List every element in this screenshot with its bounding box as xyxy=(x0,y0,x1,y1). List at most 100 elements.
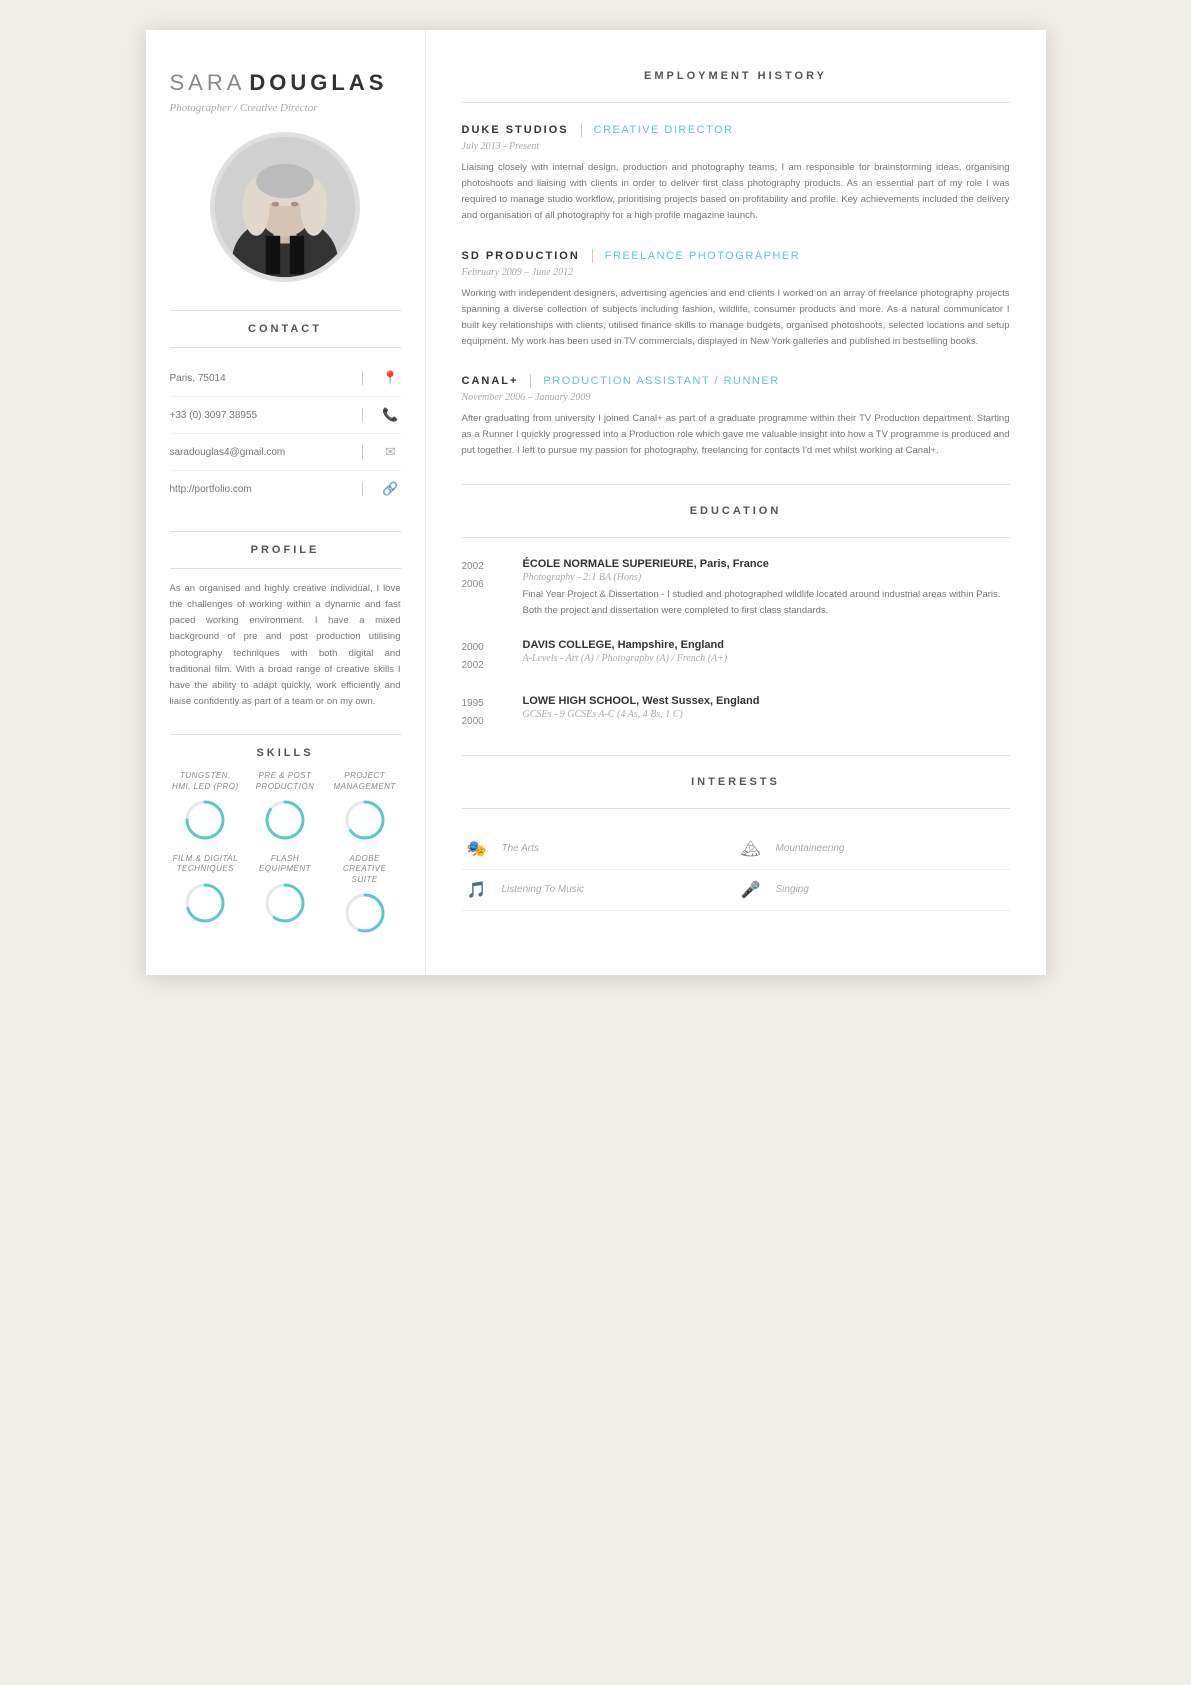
skill-label: FILM & DIGITAL TECHNIQUES xyxy=(170,854,242,875)
edu-container: 2002 2006 ÉCOLE NORMALE SUPERIEURE, Pari… xyxy=(462,558,1010,731)
edu-year-end: 2006 xyxy=(462,576,507,594)
skill-circle-svg xyxy=(343,798,387,842)
edu-degree: A-Levels - Art (A) / Photography (A) / F… xyxy=(523,653,728,664)
edu-degree: GCSEs - 9 GCSEs A-C (4 As, 4 Bs, 1 C) xyxy=(523,709,760,720)
job-date: July 2013 - Present xyxy=(462,141,1010,152)
skill-circle xyxy=(343,798,387,842)
profile-text: As an organised and highly creative indi… xyxy=(170,581,401,710)
edu-years: 2000 2002 xyxy=(462,639,507,675)
edu-years: 1995 2000 xyxy=(462,695,507,731)
edu-year-start: 2000 xyxy=(462,639,507,657)
sep4 xyxy=(362,482,363,496)
skills-grid: TUNGSTEN, HMI, LED (PRO) PRE & POST PROD… xyxy=(170,771,401,935)
skill-circle xyxy=(343,891,387,935)
job-sep xyxy=(581,123,582,137)
job-company: DUKE STUDIOS xyxy=(462,124,569,136)
job-entry: CANAL+ PRODUCTION ASSISTANT / RUNNER Nov… xyxy=(462,374,1010,459)
edu-content: DAVIS COLLEGE, Hampshire, England A-Leve… xyxy=(523,639,728,675)
skill-label: PROJECT MANAGEMENT xyxy=(329,771,401,792)
interest-item: 🎵 Listening To Music xyxy=(462,870,736,911)
edu-desc: Final Year Project & Dissertation - I st… xyxy=(523,587,1010,619)
contact-address-text: Paris, 75014 xyxy=(170,373,352,384)
interest-label: The Arts xyxy=(502,843,539,854)
interest-label: Singing xyxy=(776,884,809,895)
skill-label: TUNGSTEN, HMI, LED (PRO) xyxy=(170,771,242,792)
edu-year-start: 1995 xyxy=(462,695,507,713)
job-desc: Working with independent designers, adve… xyxy=(462,286,1010,351)
jobs-container: DUKE STUDIOS CREATIVE DIRECTOR July 2013… xyxy=(462,123,1010,460)
job-date: November 2006 – January 2009 xyxy=(462,392,1010,403)
skill-circle-svg xyxy=(183,881,227,925)
edu-years: 2002 2006 xyxy=(462,558,507,619)
interest-icon: 🎵 xyxy=(462,880,492,900)
skill-item: PROJECT MANAGEMENT xyxy=(329,771,401,842)
employment-title: EMPLOYMENT HISTORY xyxy=(462,70,1010,82)
skill-item: FILM & DIGITAL TECHNIQUES xyxy=(170,854,242,935)
edu-entry: 2000 2002 DAVIS COLLEGE, Hampshire, Engl… xyxy=(462,639,1010,675)
contact-section: CONTACT Paris, 75014 📍 +33 (0) 3097 3895… xyxy=(170,323,401,507)
profile-photo xyxy=(210,132,360,282)
job-header: SD PRODUCTION FREELANCE PHOTOGRAPHER xyxy=(462,249,1010,263)
skill-circle-svg xyxy=(263,881,307,925)
skill-label: PRE & POST PRODUCTION xyxy=(249,771,321,792)
skill-item: PRE & POST PRODUCTION xyxy=(249,771,321,842)
skill-circle xyxy=(183,798,227,842)
skill-circle xyxy=(263,881,307,925)
sep3 xyxy=(362,445,363,459)
profile-title-divider xyxy=(170,568,401,569)
skill-item: TUNGSTEN, HMI, LED (PRO) xyxy=(170,771,242,842)
job-title: CREATIVE DIRECTOR xyxy=(594,124,734,136)
skills-divider xyxy=(170,734,401,735)
job-entry: DUKE STUDIOS CREATIVE DIRECTOR July 2013… xyxy=(462,123,1010,225)
employment-divider xyxy=(462,102,1010,103)
interest-label: Mountaineering xyxy=(776,843,845,854)
skill-item: FLASH EQUIPMENT xyxy=(249,854,321,935)
job-title: PRODUCTION ASSISTANT / RUNNER xyxy=(543,375,779,387)
interest-icon: 🎭 xyxy=(462,839,492,859)
photo-container xyxy=(170,132,401,282)
interest-icon: 🏔 xyxy=(736,839,766,859)
profile-divider xyxy=(170,531,401,532)
interests-section-divider xyxy=(462,755,1010,756)
edu-school: ÉCOLE NORMALE SUPERIEURE, Paris, France xyxy=(523,558,1010,570)
contact-title: CONTACT xyxy=(170,323,401,335)
skill-circle xyxy=(263,798,307,842)
last-name: DOUGLAS xyxy=(249,70,387,95)
edu-degree: Photography - 2:1 BA (Hons) xyxy=(523,572,1010,583)
contact-title-divider xyxy=(170,347,401,348)
job-title: FREELANCE PHOTOGRAPHER xyxy=(605,250,800,262)
skill-label: FLASH EQUIPMENT xyxy=(249,854,321,875)
edu-entry: 1995 2000 LOWE HIGH SCHOOL, West Sussex,… xyxy=(462,695,1010,731)
contact-divider xyxy=(170,310,401,311)
edu-school: LOWE HIGH SCHOOL, West Sussex, England xyxy=(523,695,760,707)
skill-item: ADOBE CREATIVE SUITE xyxy=(329,854,401,935)
edu-year-end: 2002 xyxy=(462,657,507,675)
interest-icon: 🎤 xyxy=(736,880,766,900)
interests-title: INTERESTS xyxy=(462,776,1010,788)
interest-item: 🎤 Singing xyxy=(736,870,1010,911)
skill-circle-svg xyxy=(263,798,307,842)
contact-phone-text: +33 (0) 3097 38955 xyxy=(170,410,352,421)
contact-email: saradouglas4@gmail.com ✉ xyxy=(170,434,401,471)
skills-title: SKILLS xyxy=(170,747,401,759)
education-divider xyxy=(462,537,1010,538)
interests-divider xyxy=(462,808,1010,809)
link-icon: 🔗 xyxy=(381,479,401,499)
job-company: CANAL+ xyxy=(462,375,519,387)
sep1 xyxy=(362,371,363,385)
edu-year-end: 2000 xyxy=(462,713,507,731)
job-header: DUKE STUDIOS CREATIVE DIRECTOR xyxy=(462,123,1010,137)
location-icon: 📍 xyxy=(381,368,401,388)
interest-label: Listening To Music xyxy=(502,884,584,895)
subtitle: Photographer / Creative Director xyxy=(170,102,401,114)
skills-section: SKILLS TUNGSTEN, HMI, LED (PRO) PRE & PO… xyxy=(170,747,401,935)
edu-year-start: 2002 xyxy=(462,558,507,576)
sep2 xyxy=(362,408,363,422)
edu-school: DAVIS COLLEGE, Hampshire, England xyxy=(523,639,728,651)
contact-email-text: saradouglas4@gmail.com xyxy=(170,447,352,458)
job-company: SD PRODUCTION xyxy=(462,250,580,262)
right-column: EMPLOYMENT HISTORY DUKE STUDIOS CREATIVE… xyxy=(426,30,1046,975)
contact-phone: +33 (0) 3097 38955 📞 xyxy=(170,397,401,434)
job-desc: After graduating from university I joine… xyxy=(462,411,1010,459)
left-column: SARA DOUGLAS Photographer / Creative Dir… xyxy=(146,30,426,975)
